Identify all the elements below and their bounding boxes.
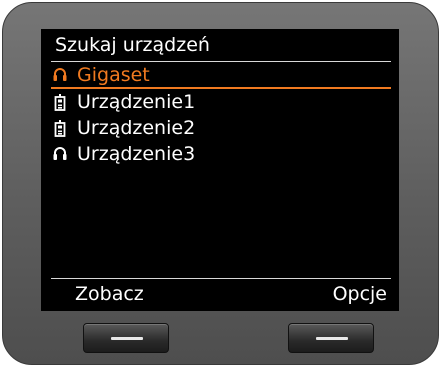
list-item-gigaset[interactable]: Gigaset xyxy=(51,63,391,89)
minus-icon xyxy=(111,337,143,340)
right-softkey-button[interactable] xyxy=(288,323,374,353)
left-softkey-button[interactable] xyxy=(83,323,169,353)
list-item-label: Gigaset xyxy=(77,64,150,86)
softkey-left-label[interactable]: Zobacz xyxy=(75,282,144,306)
handset-icon xyxy=(53,93,67,111)
screen-title: Szukaj urządzeń xyxy=(55,34,210,56)
minus-icon xyxy=(316,337,348,340)
list-item-urzadzenie3[interactable]: Urządzenie3 xyxy=(51,141,391,167)
softkey-right-label[interactable]: Opcje xyxy=(333,282,387,306)
title-divider xyxy=(51,61,391,62)
softkey-divider xyxy=(51,278,391,279)
list-item-label: Urządzenie3 xyxy=(77,143,196,165)
list-item-urzadzenie2[interactable]: Urządzenie2 xyxy=(51,115,391,141)
device-list: Gigaset Urządzenie1 Urządzenie2 Urządzen… xyxy=(51,63,391,167)
handset-icon xyxy=(53,119,67,137)
list-item-label: Urządzenie2 xyxy=(77,117,196,139)
list-item-urzadzenie1[interactable]: Urządzenie1 xyxy=(51,89,391,115)
display-screen: Szukaj urządzeń Gigaset Urządzenie1 Urzą… xyxy=(41,29,399,311)
list-item-label: Urządzenie1 xyxy=(77,91,196,113)
headset-icon xyxy=(53,66,67,84)
headset-icon xyxy=(53,145,67,163)
phone-device: Szukaj urządzeń Gigaset Urządzenie1 Urzą… xyxy=(2,2,439,365)
